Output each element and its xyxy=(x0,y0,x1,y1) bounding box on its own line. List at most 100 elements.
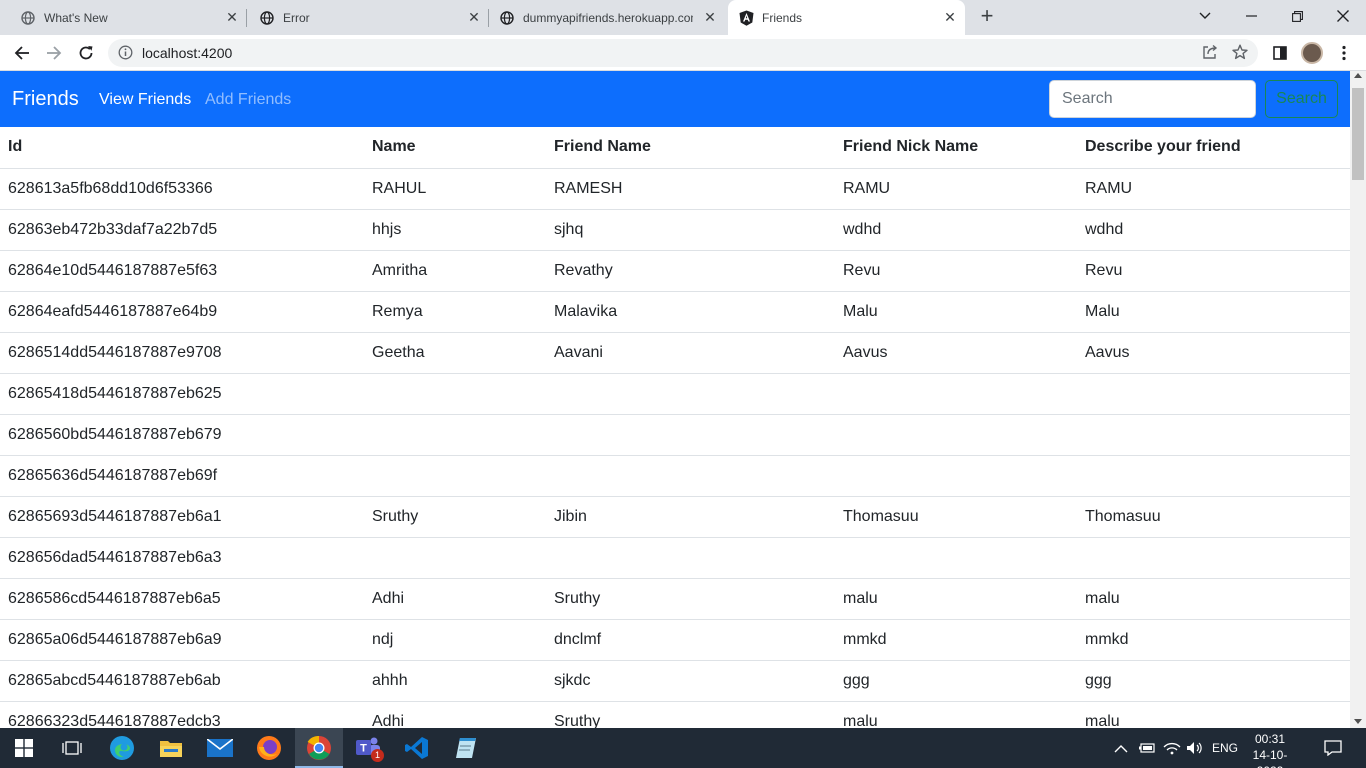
show-hidden-icons-icon[interactable] xyxy=(1114,728,1128,768)
column-header-describe-friend: Describe your friend xyxy=(1077,127,1350,169)
column-header-name: Name xyxy=(364,127,546,169)
scrollbar-thumb[interactable] xyxy=(1352,88,1364,180)
table-body: 628613a5fb68dd10d6f53366 RAHUL RAMESH RAMU R… xyxy=(0,168,1350,728)
cell-friend-name: dnclmf xyxy=(546,619,835,661)
close-tab-icon[interactable]: ✕ xyxy=(703,10,717,24)
edge-icon[interactable] xyxy=(98,728,146,768)
cell-id: 62865693d5446187887eb6a1 xyxy=(0,496,364,538)
cell-friend-nick-name: Thomasuu xyxy=(835,496,1077,538)
browser-tab-active[interactable]: Friends ✕ xyxy=(728,0,965,35)
profile-avatar[interactable] xyxy=(1301,42,1323,64)
cell-description: wdhd xyxy=(1077,209,1350,251)
table-row: 6286586cd5446187887eb6a5 Adhi Sruthy malu ma… xyxy=(0,578,1350,620)
task-view-icon[interactable] xyxy=(48,728,96,768)
cell-id: 62863eb472b33daf7a22b7d5 xyxy=(0,209,364,251)
minimize-icon[interactable] xyxy=(1228,0,1274,32)
scroll-down-arrow-icon[interactable] xyxy=(1354,719,1362,724)
browser-tab[interactable]: Error ✕ xyxy=(247,0,489,35)
table-row: 62863eb472b33daf7a22b7d5 hhjs sjhq wdhd wdhd xyxy=(0,209,1350,251)
browser-tab[interactable]: dummyapifriends.herokuapp.com ✕ xyxy=(489,0,725,35)
volume-icon[interactable] xyxy=(1186,728,1204,768)
teams-icon[interactable]: T 1 xyxy=(344,728,392,768)
input-language-indicator[interactable]: ENG xyxy=(1212,728,1238,768)
side-panel-icon[interactable] xyxy=(1268,41,1292,65)
cell-description: malu xyxy=(1077,701,1350,728)
tab-search-icon[interactable] xyxy=(1182,0,1228,32)
cell-friend-name xyxy=(546,373,835,415)
cell-friend-nick-name: wdhd xyxy=(835,209,1077,251)
wifi-icon[interactable] xyxy=(1163,728,1181,768)
column-header-friend-name: Friend Name xyxy=(546,127,835,169)
cell-description: malu xyxy=(1077,578,1350,620)
table-row: 628613a5fb68dd10d6f53366 RAHUL RAMESH RAMU R… xyxy=(0,168,1350,210)
share-icon[interactable] xyxy=(1202,44,1218,65)
page-navbar: Friends View Friends Add Friends Search xyxy=(0,71,1350,127)
forward-arrow-icon[interactable] xyxy=(42,41,66,65)
more-menu-icon[interactable] xyxy=(1332,41,1356,65)
reload-icon[interactable] xyxy=(74,41,98,65)
restore-icon[interactable] xyxy=(1274,0,1320,32)
cell-name: hhjs xyxy=(364,209,546,251)
table-row: 62864e10d5446187887e5f63 Amritha Revathy Re… xyxy=(0,250,1350,292)
notifications-icon[interactable] xyxy=(1324,728,1342,768)
file-explorer-icon[interactable] xyxy=(147,728,195,768)
system-clock[interactable]: 00:31 14-10-2022 xyxy=(1240,731,1300,768)
tab-title: dummyapifriends.herokuapp.com xyxy=(523,10,693,25)
search-input[interactable] xyxy=(1049,80,1256,118)
cell-name: ndj xyxy=(364,619,546,661)
bookmark-star-icon[interactable] xyxy=(1232,44,1248,65)
nav-view-friends[interactable]: View Friends xyxy=(99,91,191,109)
friends-table-container: Id Name Friend Name Friend Nick Name Des… xyxy=(0,127,1350,728)
start-icon[interactable] xyxy=(0,728,48,768)
cell-friend-name xyxy=(546,537,835,579)
address-bar[interactable]: localhost:4200 xyxy=(108,39,1258,67)
table-row: 62865a06d5446187887eb6a9 ndj dnclmf mmkd mmk… xyxy=(0,619,1350,661)
svg-text:T: T xyxy=(360,743,367,755)
table-header-row: Id Name Friend Name Friend Nick Name Des… xyxy=(0,127,1350,169)
close-tab-icon[interactable]: ✕ xyxy=(467,10,481,24)
cell-name: Amritha xyxy=(364,250,546,292)
battery-icon[interactable] xyxy=(1138,728,1156,768)
table-row: 62865693d5446187887eb6a1 Sruthy Jibin Thoma… xyxy=(0,496,1350,538)
close-tab-icon[interactable]: ✕ xyxy=(225,10,239,24)
chrome-icon[interactable] xyxy=(295,728,343,768)
cell-friend-nick-name xyxy=(835,373,1077,415)
cell-id: 62866323d5446187887edcb3 xyxy=(0,701,364,728)
cell-friend-name xyxy=(546,455,835,497)
tab-title: What's New xyxy=(44,10,108,25)
globe-icon xyxy=(20,10,36,26)
cell-name xyxy=(364,455,546,497)
page-scrollbar[interactable] xyxy=(1350,71,1366,728)
cell-id: 6286586cd5446187887eb6a5 xyxy=(0,578,364,620)
cell-name: Adhi xyxy=(364,701,546,728)
cell-name xyxy=(364,537,546,579)
cell-friend-name: Malavika xyxy=(546,291,835,333)
browser-tab-strip: What's New ✕ Error ✕ dummyapifriends.her… xyxy=(0,0,1366,35)
nav-add-friends[interactable]: Add Friends xyxy=(205,91,291,109)
notepad-icon[interactable] xyxy=(442,728,490,768)
vscode-icon[interactable] xyxy=(393,728,441,768)
table-row: 6286560bd5446187887eb679 xyxy=(0,414,1350,456)
cell-friend-nick-name xyxy=(835,537,1077,579)
firefox-icon[interactable] xyxy=(245,728,293,768)
mail-icon[interactable] xyxy=(196,728,244,768)
cell-name xyxy=(364,414,546,456)
back-arrow-icon[interactable] xyxy=(10,41,34,65)
browser-tab[interactable]: What's New ✕ xyxy=(0,0,247,35)
cell-description: ggg xyxy=(1077,660,1350,702)
browser-toolbar: localhost:4200 xyxy=(0,35,1366,71)
search-button[interactable]: Search xyxy=(1265,80,1338,118)
navbar-brand[interactable]: Friends xyxy=(12,88,79,111)
close-window-icon[interactable] xyxy=(1320,0,1366,32)
info-icon[interactable] xyxy=(118,45,133,65)
cell-id: 62865a06d5446187887eb6a9 xyxy=(0,619,364,661)
cell-description: Malu xyxy=(1077,291,1350,333)
cell-name: Geetha xyxy=(364,332,546,374)
angular-icon xyxy=(738,10,754,26)
cell-friend-nick-name xyxy=(835,455,1077,497)
close-tab-icon[interactable]: ✕ xyxy=(943,10,957,24)
new-tab-button[interactable]: + xyxy=(975,5,999,29)
column-header-friend-nick-name: Friend Nick Name xyxy=(835,127,1077,169)
scroll-up-arrow-icon[interactable] xyxy=(1354,73,1362,78)
table-row: 62865abcd5446187887eb6ab ahhh sjkdc ggg ggg xyxy=(0,660,1350,702)
